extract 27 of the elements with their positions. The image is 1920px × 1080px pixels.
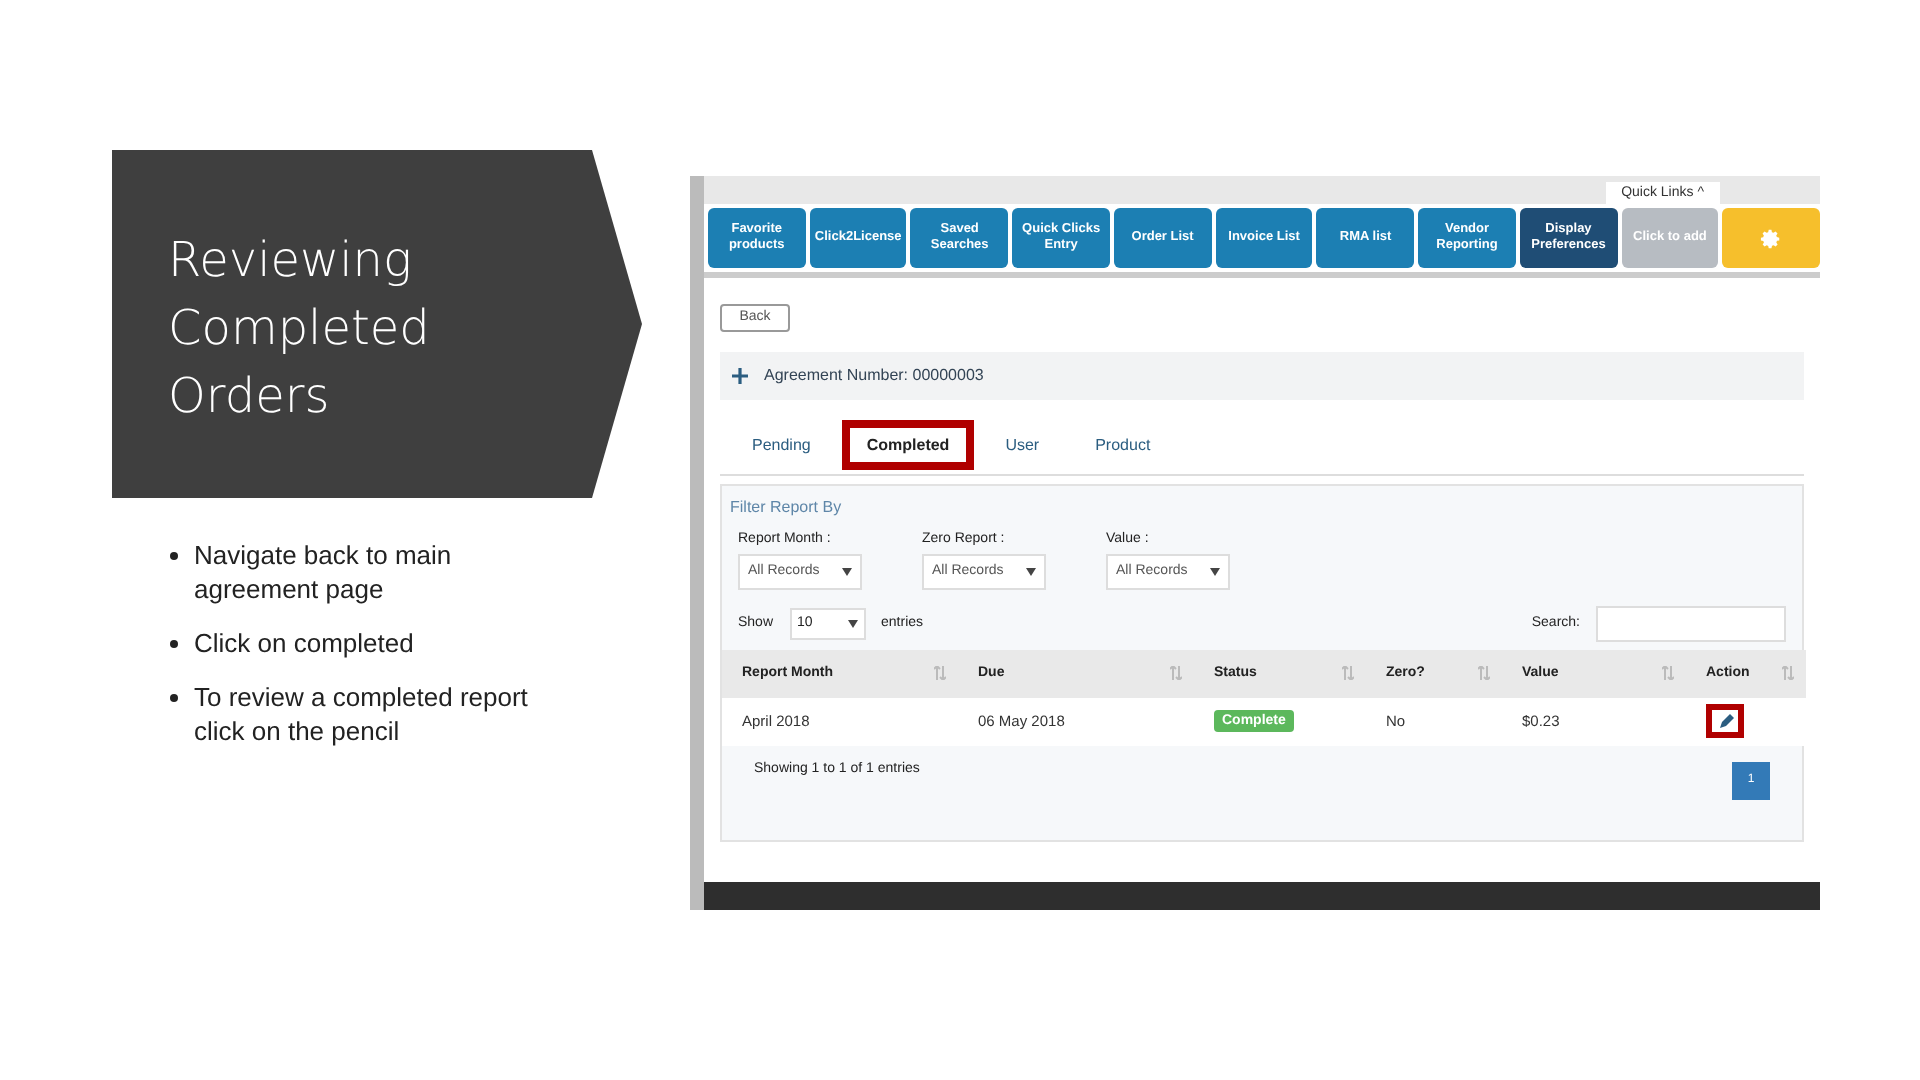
bullet-dot [170,640,178,648]
sort-icon[interactable] [1342,666,1354,680]
agreement-bar[interactable]: Agreement Number: 00000003 [720,351,1804,399]
pencil-icon [1717,713,1733,729]
bullet-text: Navigate back to main agreement page [194,538,454,606]
sort-icon[interactable] [1782,666,1794,680]
plus-icon [732,367,748,383]
slide-title: Reviewing Completed Orders [168,230,432,428]
caret-icon [847,619,858,627]
bullet-dot [170,694,178,702]
bullet-dot [170,552,178,560]
bullet-text: To review a completed report click on the pencil [194,680,530,748]
gear-icon [1760,227,1783,249]
tab[interactable]: Completed [842,419,974,469]
settings-button[interactable] [1722,208,1820,268]
edit-button[interactable] [1706,704,1744,738]
agreement-number: Agreement Number: 00000003 [764,366,984,384]
caret-icon [1210,567,1220,575]
sort-icon[interactable] [1662,666,1674,680]
sort-icon[interactable] [1478,666,1490,680]
sort-icon[interactable] [1170,666,1182,680]
caret-icon [842,567,852,575]
caret-icon [1026,567,1036,575]
filter-title: Filter Report By [728,497,844,515]
bullet-text: Click on completed [194,626,414,660]
search-field[interactable] [1596,605,1786,641]
sort-icon[interactable] [934,666,946,680]
